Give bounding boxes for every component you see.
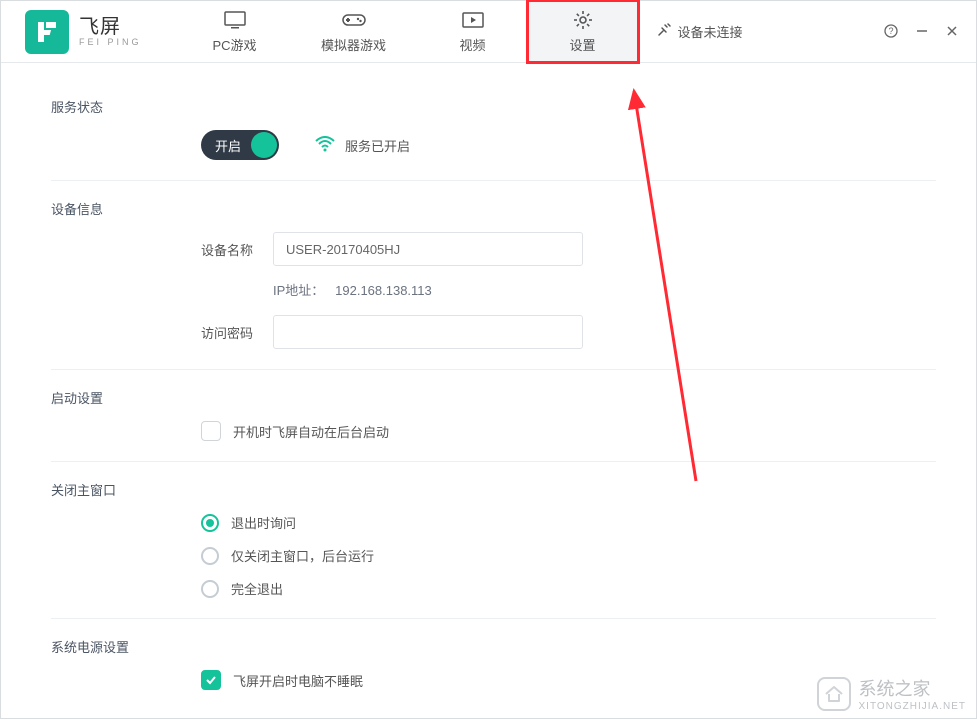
no-sleep-label: 飞屏开启时电脑不睡眠 (233, 671, 363, 690)
close-opt-ask-label: 退出时询问 (231, 513, 296, 532)
tab-pc-games[interactable]: PC游戏 (180, 1, 290, 62)
watermark-icon (817, 677, 851, 711)
toggle-label: 开启 (215, 136, 241, 155)
bg-start-checkbox[interactable] (201, 421, 221, 441)
logo-icon (34, 19, 60, 45)
plug-icon (656, 22, 672, 41)
app-window: 飞屏 FEI PING PC游戏 模拟器游戏 视频 (0, 0, 977, 719)
section-device-title: 设备信息 (51, 199, 936, 218)
connection-status-text: 设备未连接 (678, 22, 743, 41)
no-sleep-checkbox[interactable] (201, 670, 221, 690)
watermark-brand: 系统之家 (859, 675, 967, 701)
tab-label: 设置 (570, 35, 596, 54)
logo-mark (25, 10, 69, 54)
ip-value: 192.168.138.113 (335, 283, 432, 298)
tab-label: 视频 (460, 35, 486, 54)
tab-emulator-games[interactable]: 模拟器游戏 (290, 1, 418, 62)
service-toggle[interactable]: 开启 (201, 130, 279, 160)
minimize-button[interactable] (916, 25, 928, 39)
divider (51, 180, 936, 181)
watermark-sub: XITONGZHIJIA.NET (859, 701, 967, 712)
device-name-label: 设备名称 (201, 240, 265, 259)
service-running-text: 服务已开启 (345, 136, 410, 155)
divider (51, 618, 936, 619)
section-close-title: 关闭主窗口 (51, 480, 936, 499)
access-password-label: 访问密码 (201, 323, 265, 342)
app-logo: 飞屏 FEI PING (1, 1, 160, 62)
bg-start-label: 开机时飞屏自动在后台启动 (233, 422, 389, 441)
svg-text:?: ? (888, 26, 893, 36)
close-opt-bg-label: 仅关闭主窗口，后台运行 (231, 546, 374, 565)
divider (51, 369, 936, 370)
connection-status: 设备未连接 (656, 1, 743, 62)
gamepad-icon (342, 9, 366, 31)
titlebar: 飞屏 FEI PING PC游戏 模拟器游戏 视频 (1, 1, 976, 63)
gear-icon (573, 9, 593, 31)
help-button[interactable]: ? (884, 24, 898, 40)
device-name-input[interactable] (273, 232, 583, 266)
ip-address-row: IP地址： 192.168.138.113 (273, 280, 936, 299)
video-icon (462, 9, 484, 31)
close-opt-bg-radio[interactable] (201, 547, 219, 565)
close-opt-exit-radio[interactable] (201, 580, 219, 598)
app-name-en: FEI PING (79, 38, 142, 48)
section-service-title: 服务状态 (51, 97, 936, 116)
monitor-icon (224, 9, 246, 31)
ip-label: IP地址： (273, 283, 324, 298)
tab-label: 模拟器游戏 (321, 35, 386, 54)
close-opt-ask-radio[interactable] (201, 514, 219, 532)
tab-label: PC游戏 (212, 35, 256, 54)
main-tabs: PC游戏 模拟器游戏 视频 设置 (180, 1, 638, 62)
tab-settings[interactable]: 设置 (528, 1, 638, 62)
section-startup-title: 启动设置 (51, 388, 936, 407)
access-password-input[interactable] (273, 315, 583, 349)
toggle-knob (251, 132, 277, 158)
settings-panel: 服务状态 开启 服务已开启 设备信息 设备名称 IP地址： 192.168.13… (1, 63, 976, 724)
section-power-title: 系统电源设置 (51, 637, 936, 656)
window-controls: ? (884, 1, 976, 62)
watermark: 系统之家 XITONGZHIJIA.NET (817, 675, 967, 712)
divider (51, 461, 936, 462)
close-opt-exit-label: 完全退出 (231, 579, 283, 598)
tab-video[interactable]: 视频 (418, 1, 528, 62)
close-button[interactable] (946, 25, 958, 39)
wifi-icon (315, 136, 335, 155)
app-name-cn: 飞屏 (79, 16, 142, 38)
